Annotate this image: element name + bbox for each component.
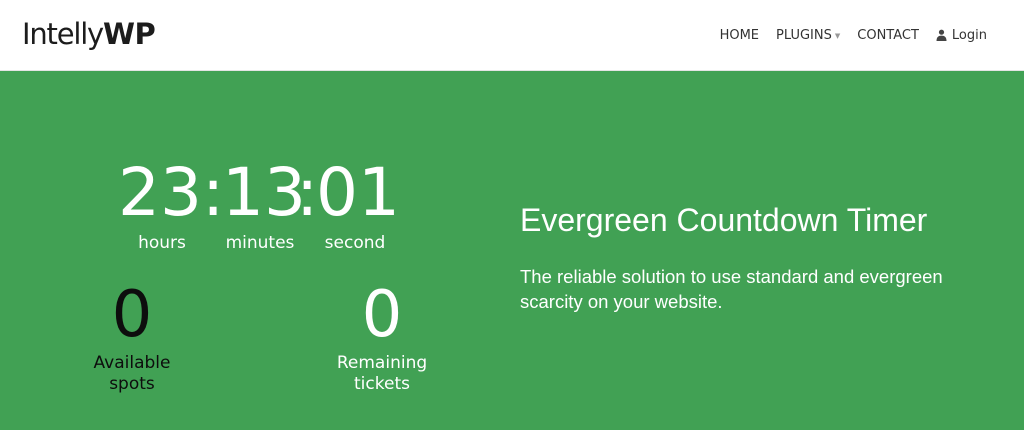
logo-text-light: Intelly: [22, 17, 104, 51]
nav-home-label: HOME: [719, 27, 760, 43]
timer-minutes: 13: [222, 154, 306, 231]
remaining-tickets-label-line1: Remaining: [336, 353, 428, 373]
timer-seconds: 01: [316, 154, 400, 231]
nav-plugins[interactable]: PLUGINS ▼: [776, 28, 840, 43]
nav-login[interactable]: Login: [936, 28, 987, 43]
available-spots-counter: 0 Available spots: [62, 283, 202, 395]
timer-minutes-label: minutes: [225, 233, 295, 253]
hero-title: Evergreen Countdown Timer: [520, 202, 928, 238]
nav-plugins-label: PLUGINS: [776, 27, 832, 43]
logo-text-bold: WP: [103, 17, 156, 51]
timer-separator: :: [202, 154, 225, 231]
timer-hours-label: hours: [138, 233, 186, 253]
nav-contact[interactable]: CONTACT: [857, 28, 919, 43]
nav-home[interactable]: HOME: [720, 28, 759, 43]
countdown-timer: 23 : 13 : 01: [118, 155, 400, 231]
timer-separator: :: [296, 154, 319, 231]
available-spots-label-line1: Available: [93, 353, 171, 373]
user-icon: [936, 29, 947, 41]
chevron-down-icon: ▼: [834, 32, 841, 40]
available-spots-value: 0: [111, 278, 153, 352]
nav-login-label: Login: [951, 27, 987, 43]
hero-description: The reliable solution to use standard an…: [520, 266, 943, 312]
timer-hours: 23: [118, 154, 202, 231]
site-header: IntellyWP HOME PLUGINS ▼ CONTACT Login: [0, 0, 1024, 71]
timer-seconds-label: second: [324, 233, 386, 253]
main-nav: HOME PLUGINS ▼ CONTACT Login: [720, 26, 987, 44]
remaining-tickets-value: 0: [361, 278, 403, 352]
available-spots-label-line2: spots: [109, 374, 155, 394]
site-logo[interactable]: IntellyWP: [22, 16, 156, 52]
nav-contact-label: CONTACT: [857, 27, 919, 43]
remaining-tickets-counter: 0 Remaining tickets: [312, 283, 452, 395]
remaining-tickets-label-line2: tickets: [354, 374, 410, 394]
hero-section: 23 : 13 : 01 hours minutes second 0 Avai…: [0, 71, 1024, 430]
